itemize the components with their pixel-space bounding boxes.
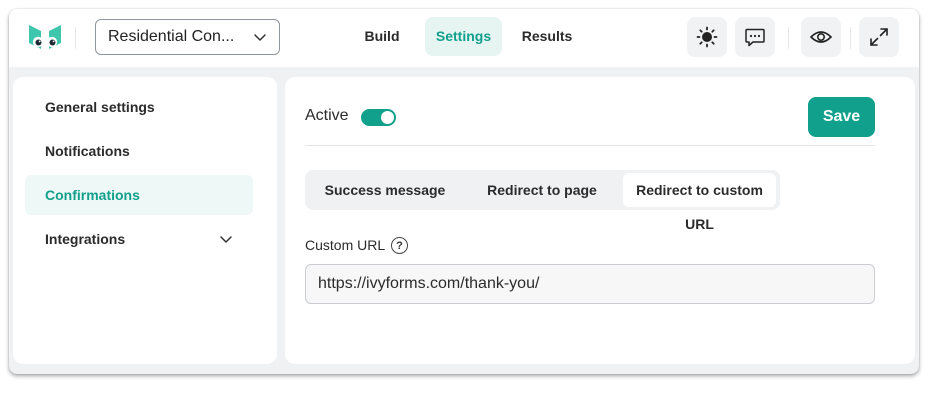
- active-label: Active: [305, 107, 349, 124]
- custom-url-input[interactable]: [305, 264, 875, 304]
- app-window: Residential Con... Build Settings Result…: [9, 9, 919, 374]
- custom-url-label: Custom URL: [305, 237, 386, 253]
- sidebar-item-label: Integrations: [45, 231, 126, 247]
- divider: [75, 27, 76, 49]
- sun-icon: [696, 26, 718, 48]
- segment-redirect-to-custom-url[interactable]: Redirect to custom URL: [623, 173, 776, 232]
- tab-results[interactable]: Results: [514, 17, 580, 56]
- chevron-down-icon: [220, 236, 232, 243]
- segment-success-message[interactable]: Success message: [309, 173, 461, 207]
- eye-icon: [809, 31, 833, 43]
- form-selector-label: Residential Con...: [108, 28, 235, 45]
- active-toggle[interactable]: [361, 109, 396, 126]
- fullscreen-button[interactable]: [859, 17, 899, 57]
- sidebar-item-notifications[interactable]: Notifications: [25, 131, 253, 171]
- sidebar-item-label: Notifications: [45, 143, 130, 159]
- confirmation-type-segmented-control: Success message Redirect to page Redirec…: [305, 170, 780, 232]
- logo-icon: [29, 25, 61, 49]
- sidebar-item-general-settings[interactable]: General settings: [25, 87, 253, 127]
- preview-button[interactable]: [801, 17, 841, 57]
- settings-sidebar: General settings Notifications Confirmat…: [13, 77, 277, 364]
- theme-toggle-button[interactable]: [687, 17, 727, 57]
- sidebar-item-label: Confirmations: [45, 187, 140, 203]
- confirmations-panel: Active Save Success message Redirect to …: [285, 77, 915, 364]
- sidebar-item-integrations[interactable]: Integrations: [25, 219, 253, 259]
- tab-build[interactable]: Build: [352, 17, 412, 56]
- save-button[interactable]: Save: [808, 97, 875, 137]
- expand-icon: [870, 28, 888, 46]
- form-selector-dropdown[interactable]: Residential Con...: [95, 19, 280, 55]
- sidebar-item-label: General settings: [45, 99, 155, 115]
- top-bar: Residential Con... Build Settings Result…: [9, 9, 919, 67]
- divider: [850, 27, 851, 49]
- divider: [305, 145, 875, 146]
- help-icon[interactable]: ?: [391, 237, 408, 254]
- feedback-button[interactable]: [735, 17, 775, 57]
- divider: [788, 27, 789, 49]
- tab-settings[interactable]: Settings: [425, 17, 502, 56]
- sidebar-item-confirmations[interactable]: Confirmations: [25, 175, 253, 215]
- toggle-knob: [381, 111, 394, 124]
- comment-icon: [745, 28, 765, 47]
- segment-redirect-to-page[interactable]: Redirect to page: [465, 173, 619, 207]
- chevron-down-icon: [254, 34, 266, 41]
